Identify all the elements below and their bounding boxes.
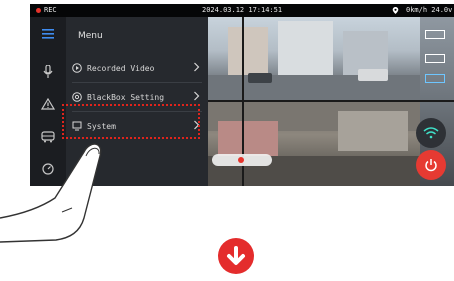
arrow-down-icon — [227, 246, 245, 265]
feed-divider-horizontal — [208, 100, 454, 102]
datetime: 2024.03.12 17:14:51 — [202, 6, 283, 14]
chevron-right-icon — [194, 62, 200, 72]
gear-icon — [72, 92, 82, 102]
layout-quad-icon — [425, 29, 445, 39]
menu-item-label: BlackBox Setting — [87, 92, 165, 102]
finger-pointer-illustration — [0, 143, 102, 243]
layout-single-button[interactable] — [420, 68, 450, 88]
wifi-icon — [423, 127, 439, 139]
menu-title: Menu — [78, 31, 103, 41]
menu-divider — [72, 82, 202, 83]
status-bar: REC 2024.03.12 17:14:51 0km/h 24.0v — [30, 4, 454, 17]
rec-label: REC — [44, 6, 57, 14]
front-camera-feed[interactable] — [208, 17, 420, 101]
power-icon — [425, 159, 437, 172]
layout-quad-button[interactable] — [420, 24, 450, 44]
rear-camera-scene — [208, 101, 420, 186]
speed-voltage: 0km/h 24.0v — [406, 6, 453, 14]
layout-dual-icon — [425, 53, 445, 63]
wifi-button[interactable] — [416, 118, 446, 148]
down-arrow-button[interactable] — [218, 238, 254, 274]
play-circle-icon — [72, 63, 82, 73]
record-dot-icon — [238, 157, 244, 163]
layout-dual-button[interactable] — [420, 48, 450, 68]
warning-icon[interactable] — [39, 95, 57, 113]
rec-dot-icon — [36, 8, 41, 13]
location-pin-icon — [392, 7, 399, 14]
rec-indicator: REC — [36, 4, 57, 17]
microphone-icon[interactable] — [39, 63, 57, 81]
rear-camera-feed[interactable] — [208, 101, 420, 186]
record-slider[interactable] — [212, 154, 272, 166]
hamburger-menu-icon[interactable] — [39, 25, 57, 43]
menu-item-recorded-video[interactable]: Recorded Video — [72, 58, 202, 78]
menu-item-label: Recorded Video — [87, 63, 155, 73]
layout-single-icon — [425, 73, 445, 83]
front-camera-scene — [208, 21, 420, 101]
power-button[interactable] — [416, 150, 446, 180]
chevron-right-icon — [194, 91, 200, 101]
